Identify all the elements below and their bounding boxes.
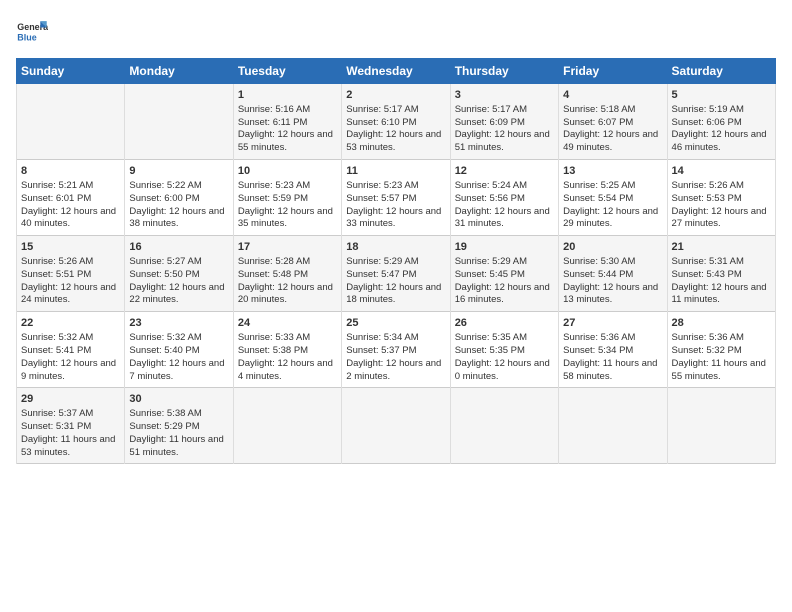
day-number: 16	[129, 240, 228, 255]
logo: General Blue	[16, 16, 48, 48]
calendar-cell	[125, 84, 233, 160]
day-number: 28	[672, 316, 771, 331]
day-header-sunday: Sunday	[17, 59, 125, 84]
day-number: 12	[455, 164, 554, 179]
calendar-cell: 26Sunrise: 5:35 AMSunset: 5:35 PMDayligh…	[450, 312, 558, 388]
day-number: 5	[672, 88, 771, 103]
day-number: 3	[455, 88, 554, 103]
calendar-cell: 9Sunrise: 5:22 AMSunset: 6:00 PMDaylight…	[125, 160, 233, 236]
day-number: 24	[238, 316, 337, 331]
day-number: 20	[563, 240, 662, 255]
day-number: 29	[21, 392, 120, 407]
day-number: 15	[21, 240, 120, 255]
day-header-wednesday: Wednesday	[342, 59, 450, 84]
calendar-cell: 29Sunrise: 5:37 AMSunset: 5:31 PMDayligh…	[17, 388, 125, 464]
calendar-cell: 19Sunrise: 5:29 AMSunset: 5:45 PMDayligh…	[450, 236, 558, 312]
header: General Blue	[16, 16, 776, 48]
calendar-week-row: 15Sunrise: 5:26 AMSunset: 5:51 PMDayligh…	[17, 236, 776, 312]
day-header-saturday: Saturday	[667, 59, 775, 84]
calendar-cell	[17, 84, 125, 160]
calendar-cell	[342, 388, 450, 464]
calendar-cell: 23Sunrise: 5:32 AMSunset: 5:40 PMDayligh…	[125, 312, 233, 388]
calendar-cell: 3Sunrise: 5:17 AMSunset: 6:09 PMDaylight…	[450, 84, 558, 160]
calendar-cell: 17Sunrise: 5:28 AMSunset: 5:48 PMDayligh…	[233, 236, 341, 312]
day-header-monday: Monday	[125, 59, 233, 84]
day-number: 25	[346, 316, 445, 331]
calendar-cell: 25Sunrise: 5:34 AMSunset: 5:37 PMDayligh…	[342, 312, 450, 388]
calendar-cell: 14Sunrise: 5:26 AMSunset: 5:53 PMDayligh…	[667, 160, 775, 236]
calendar-week-row: 29Sunrise: 5:37 AMSunset: 5:31 PMDayligh…	[17, 388, 776, 464]
calendar-cell: 12Sunrise: 5:24 AMSunset: 5:56 PMDayligh…	[450, 160, 558, 236]
calendar-cell: 24Sunrise: 5:33 AMSunset: 5:38 PMDayligh…	[233, 312, 341, 388]
calendar-week-row: 22Sunrise: 5:32 AMSunset: 5:41 PMDayligh…	[17, 312, 776, 388]
calendar-cell: 2Sunrise: 5:17 AMSunset: 6:10 PMDaylight…	[342, 84, 450, 160]
calendar-week-row: 1Sunrise: 5:16 AMSunset: 6:11 PMDaylight…	[17, 84, 776, 160]
calendar-cell	[559, 388, 667, 464]
day-number: 9	[129, 164, 228, 179]
calendar-cell: 15Sunrise: 5:26 AMSunset: 5:51 PMDayligh…	[17, 236, 125, 312]
day-number: 17	[238, 240, 337, 255]
day-number: 10	[238, 164, 337, 179]
day-number: 14	[672, 164, 771, 179]
day-header-friday: Friday	[559, 59, 667, 84]
calendar-cell	[667, 388, 775, 464]
day-number: 13	[563, 164, 662, 179]
calendar-cell: 27Sunrise: 5:36 AMSunset: 5:34 PMDayligh…	[559, 312, 667, 388]
calendar-cell: 8Sunrise: 5:21 AMSunset: 6:01 PMDaylight…	[17, 160, 125, 236]
day-number: 19	[455, 240, 554, 255]
calendar-cell: 18Sunrise: 5:29 AMSunset: 5:47 PMDayligh…	[342, 236, 450, 312]
day-number: 23	[129, 316, 228, 331]
day-number: 1	[238, 88, 337, 103]
calendar-cell: 4Sunrise: 5:18 AMSunset: 6:07 PMDaylight…	[559, 84, 667, 160]
page-container: General Blue SundayMondayTuesdayWednesda…	[0, 0, 792, 474]
day-number: 11	[346, 164, 445, 179]
logo-icon: General Blue	[16, 16, 48, 48]
day-number: 2	[346, 88, 445, 103]
calendar-cell: 20Sunrise: 5:30 AMSunset: 5:44 PMDayligh…	[559, 236, 667, 312]
calendar-cell: 5Sunrise: 5:19 AMSunset: 6:06 PMDaylight…	[667, 84, 775, 160]
day-header-thursday: Thursday	[450, 59, 558, 84]
day-number: 26	[455, 316, 554, 331]
calendar-cell	[233, 388, 341, 464]
calendar-cell: 28Sunrise: 5:36 AMSunset: 5:32 PMDayligh…	[667, 312, 775, 388]
day-number: 21	[672, 240, 771, 255]
calendar-table: SundayMondayTuesdayWednesdayThursdayFrid…	[16, 58, 776, 464]
calendar-week-row: 8Sunrise: 5:21 AMSunset: 6:01 PMDaylight…	[17, 160, 776, 236]
calendar-cell	[450, 388, 558, 464]
calendar-cell: 16Sunrise: 5:27 AMSunset: 5:50 PMDayligh…	[125, 236, 233, 312]
calendar-cell: 11Sunrise: 5:23 AMSunset: 5:57 PMDayligh…	[342, 160, 450, 236]
day-number: 8	[21, 164, 120, 179]
day-header-tuesday: Tuesday	[233, 59, 341, 84]
calendar-cell: 22Sunrise: 5:32 AMSunset: 5:41 PMDayligh…	[17, 312, 125, 388]
calendar-cell: 30Sunrise: 5:38 AMSunset: 5:29 PMDayligh…	[125, 388, 233, 464]
calendar-cell: 21Sunrise: 5:31 AMSunset: 5:43 PMDayligh…	[667, 236, 775, 312]
svg-text:Blue: Blue	[17, 32, 36, 42]
calendar-cell: 1Sunrise: 5:16 AMSunset: 6:11 PMDaylight…	[233, 84, 341, 160]
calendar-cell: 13Sunrise: 5:25 AMSunset: 5:54 PMDayligh…	[559, 160, 667, 236]
day-number: 18	[346, 240, 445, 255]
day-number: 4	[563, 88, 662, 103]
day-number: 30	[129, 392, 228, 407]
day-number: 27	[563, 316, 662, 331]
calendar-header-row: SundayMondayTuesdayWednesdayThursdayFrid…	[17, 59, 776, 84]
day-number: 22	[21, 316, 120, 331]
calendar-cell: 10Sunrise: 5:23 AMSunset: 5:59 PMDayligh…	[233, 160, 341, 236]
